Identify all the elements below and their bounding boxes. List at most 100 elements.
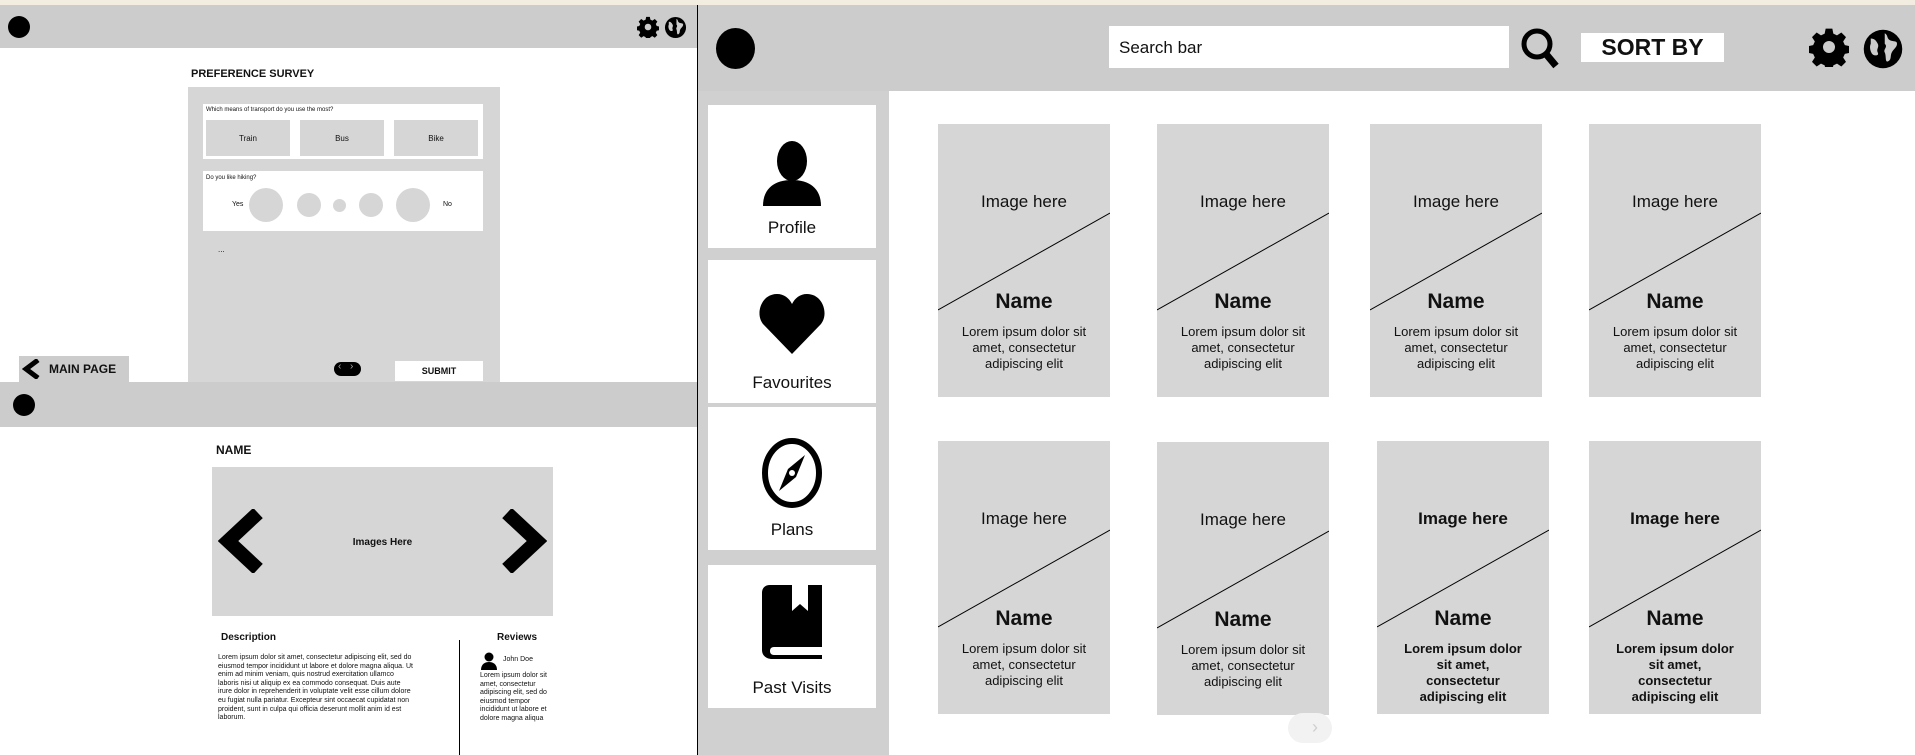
result-card[interactable]: Image here Name Lorem ipsum dolor sit am… [1589,441,1761,714]
globe-icon[interactable] [664,16,687,39]
search-placeholder: Search bar [1119,38,1203,57]
detail-topbar [0,382,697,427]
card-description: Lorem ipsum dolor sit amet, consectetur … [1612,324,1738,371]
description-heading: Description [221,632,277,643]
scale-option-5[interactable] [396,188,430,222]
sort-by-button[interactable]: SORT BY [1581,33,1724,62]
card-description: Lorem ipsum dolor sit amet, consectetur … [1180,324,1306,371]
card-image-label: Image here [1200,510,1286,529]
toggle-prev-icon: ‹ [338,361,342,372]
question-hiking: Do you like hiking? [206,175,257,181]
scale-option-1[interactable] [249,188,283,222]
card-image-label: Image here [1632,192,1718,211]
option-label: Bus [335,133,349,143]
card-description: Lorem ipsum dolor sit amet, consectetur … [961,324,1087,371]
card-image-label: Image here [981,192,1067,211]
review-text: Lorem ipsum dolor sit amet, consectetur … [480,672,547,722]
card-description: Lorem ipsum dolor sit amet, consectetur … [1393,324,1519,371]
scale-option-4[interactable] [359,193,383,217]
card-name: Name [1214,290,1272,313]
sidebar-item-past-visits[interactable]: Past Visits [708,565,876,708]
search-input[interactable]: Search bar [1109,26,1509,68]
question-card-hiking: Do you like hiking? Yes No [203,171,483,231]
card-description: Lorem ipsum dolor sit amet, consectetur … [1180,642,1306,689]
option-bus[interactable]: Bus [300,120,384,156]
chevron-left-icon [22,359,40,379]
survey-form: Which means of transport do you use the … [188,87,500,382]
option-bike[interactable]: Bike [394,120,478,156]
card-image-label: Image here [1418,509,1508,528]
reviews-heading: Reviews [497,632,538,643]
option-label: Bike [428,133,444,143]
survey-topbar [0,5,697,48]
card-description: Lorem ipsum dolor sit amet, consectetur … [1616,641,1734,704]
reviews-divider [459,640,460,755]
logo-icon[interactable] [8,16,30,38]
scale-yes-label: Yes [232,201,244,208]
chevron-right-icon: › [1312,717,1318,737]
browse-screen: Search bar SORT BY Profile Favourites Pl… [697,5,1915,755]
question-transport: Which means of transport do you use the … [206,107,334,113]
scale-option-2[interactable] [297,193,321,217]
result-card[interactable]: Image here Name Lorem ipsum dolor sit am… [938,441,1110,714]
heart-icon [759,294,825,354]
card-image-label: Image here [1413,192,1499,211]
card-description: Lorem ipsum dolor sit amet, consectetur … [961,641,1087,688]
card-name: Name [995,607,1053,630]
card-name: Name [1434,607,1492,630]
sidebar-item-profile[interactable]: Profile [708,105,876,248]
sidebar-item-label: Plans [770,520,814,539]
globe-icon[interactable] [1862,28,1904,70]
description-text: Lorem ipsum dolor sit amet, consectetur … [218,654,413,722]
submit-button[interactable]: SUBMIT [395,361,483,381]
survey-title: PREFERENCE SURVEY [191,68,315,80]
result-card[interactable]: Image here Name Lorem ipsum dolor sit am… [1370,124,1542,397]
result-card[interactable]: Image here Name Lorem ipsum dolor sit am… [1377,441,1549,714]
toggle-next-icon: › [350,361,354,372]
submit-label: SUBMIT [421,366,457,376]
gear-icon[interactable] [1809,27,1849,67]
logo-icon[interactable] [716,28,755,69]
option-train[interactable]: Train [206,120,290,156]
card-name: Name [1646,607,1704,630]
card-image-label: Image here [1630,509,1720,528]
carousel-next-icon[interactable] [499,509,547,573]
result-card[interactable]: Image here Name Lorem ipsum dolor sit am… [1589,124,1761,397]
profile-icon [763,141,821,206]
sidebar-item-label: Profile [767,218,817,237]
logo-icon[interactable] [13,394,35,416]
page-toggle[interactable]: ‹ › [334,361,361,376]
sidebar-item-label: Past Visits [752,678,832,697]
sidebar: Profile Favourites Plans Past Visits [698,91,889,755]
survey-screen: PREFERENCE SURVEY Which means of transpo… [0,5,697,382]
question-card-transport: Which means of transport do you use the … [203,104,483,159]
result-card[interactable]: Image here Name Lorem ipsum dolor sit am… [1157,124,1329,397]
card-name: Name [1427,290,1485,313]
more-questions-ellipsis: ... [218,245,225,254]
detail-screen: NAME Images Here Description Lorem ipsum… [0,382,697,755]
sidebar-item-favourites[interactable]: Favourites [708,260,876,403]
card-name: Name [995,290,1053,313]
card-description: Lorem ipsum dolor sit amet, consectetur … [1404,641,1522,704]
place-title: NAME [216,443,252,457]
result-card[interactable]: Image here Name Lorem ipsum dolor sit am… [938,124,1110,397]
sidebar-item-plans[interactable]: Plans [708,407,876,550]
back-to-main-button[interactable]: MAIN PAGE [19,356,129,382]
sort-label: SORT BY [1601,34,1704,60]
result-card[interactable]: Image here Name Lorem ipsum dolor sit am… [1157,442,1329,715]
card-image-label: Image here [1200,192,1286,211]
sidebar-item-label: Favourites [752,373,832,392]
scale-no-label: No [443,201,452,208]
option-label: Train [239,133,257,143]
card-image-label: Image here [981,509,1067,528]
back-label: MAIN PAGE [49,362,117,376]
search-icon[interactable] [1520,27,1560,71]
compass-icon [762,438,822,508]
reviewer-name: John Doe [503,656,533,663]
book-icon [762,585,822,659]
gear-icon[interactable] [637,16,659,38]
avatar-icon [481,652,497,670]
image-carousel: Images Here [212,467,553,616]
scale-option-3[interactable] [333,199,346,212]
pagination-control[interactable]: › [1288,713,1332,743]
